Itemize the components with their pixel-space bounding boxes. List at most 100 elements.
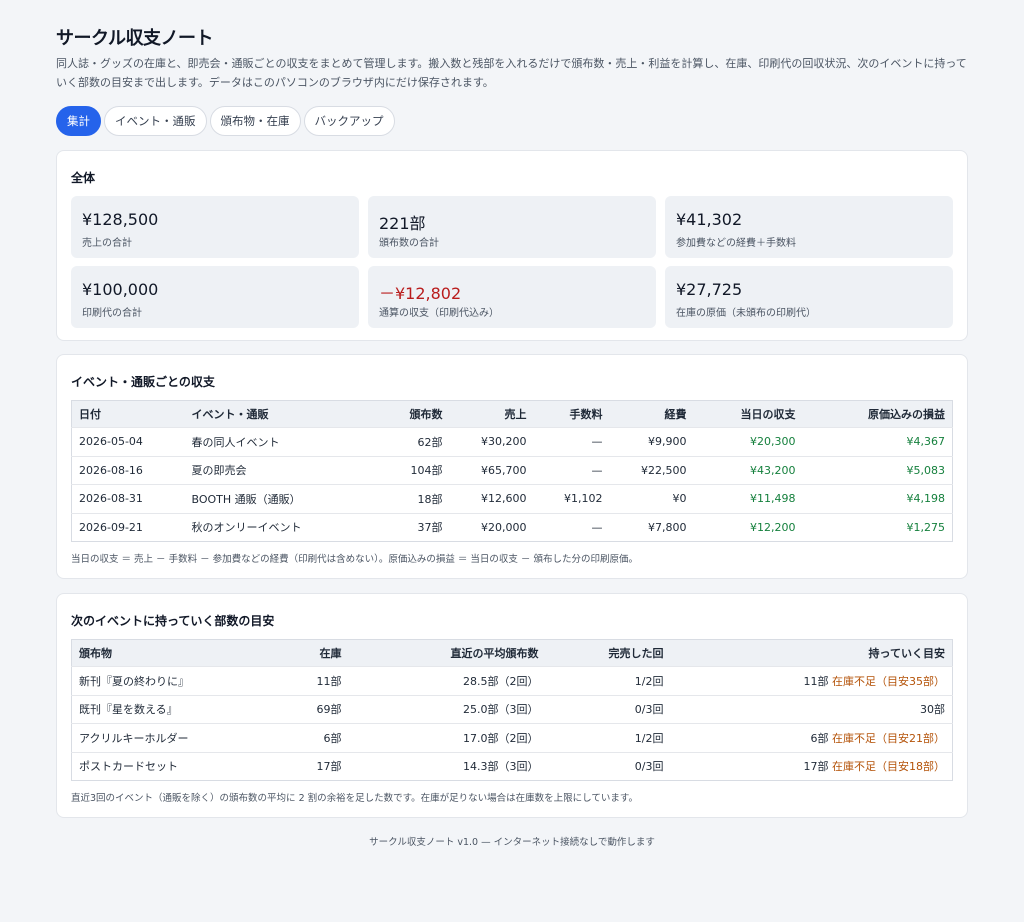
plan-card: 次のイベントに持っていく部数の目安 頒布物 在庫 直近の平均頒布数 完売した回 … <box>56 593 968 818</box>
cell-day-balance: ¥43,200 <box>693 455 803 485</box>
stat-cumulative-balance: －¥12,802 通算の収支（印刷代込み） <box>368 266 656 328</box>
cell-sales: ¥65,700 <box>449 455 534 485</box>
plan-table: 頒布物 在庫 直近の平均頒布数 完売した回 持っていく目安 新刊『夏の終わりに』… <box>71 639 953 781</box>
col-copies: 頒布数 <box>384 400 450 428</box>
stat-value: ¥27,725 <box>676 280 743 299</box>
stat-copies-total: 221部 頒布数の合計 <box>368 196 656 258</box>
cell-event: BOOTH 通販（通販） <box>184 484 385 513</box>
col-item: 頒布物 <box>71 639 272 667</box>
events-note: 当日の収支 ＝ 売上 － 手数料 － 参加費などの経費（印刷代は含めない）。原価… <box>71 554 638 565</box>
cell-event: 秋のオンリーイベント <box>184 512 385 542</box>
cell-day-balance: ¥11,498 <box>693 484 803 513</box>
table-row: 2026-05-04 春の同人イベント 62部 ¥30,200 — ¥9,900… <box>71 427 953 456</box>
stock-warning: 在庫不足（目安21部） <box>832 731 945 745</box>
page-title: サークル収支ノート <box>56 28 213 49</box>
cell-average: 17.0部（2回） <box>348 723 546 752</box>
cell-stock: 17部 <box>271 751 349 781</box>
cell-copies: 104部 <box>384 455 450 485</box>
cell-soldout: 1/2回 <box>545 666 671 695</box>
table-row: 既刊『星を数える』 69部 25.0部（3回） 0/3回 30部 <box>71 694 953 724</box>
cell-stock: 6部 <box>271 723 349 752</box>
table-row: 2026-08-16 夏の即売会 104部 ¥65,700 — ¥22,500 … <box>71 455 953 485</box>
cell-item: 既刊『星を数える』 <box>71 694 272 724</box>
cell-expenses: ¥7,800 <box>609 512 694 542</box>
cell-date: 2026-09-21 <box>71 512 185 542</box>
cell-soldout: 1/2回 <box>545 723 671 752</box>
target-count: 30部 <box>920 703 945 717</box>
cell-copies: 37部 <box>384 512 450 542</box>
plan-title: 次のイベントに持っていく部数の目安 <box>71 614 275 628</box>
stat-value: ¥128,500 <box>82 210 159 229</box>
cell-fee: ¥1,102 <box>533 484 610 513</box>
stat-expenses-total: ¥41,302 参加費などの経費＋手数料 <box>665 196 953 258</box>
cell-event: 夏の即売会 <box>184 455 385 485</box>
stat-stock-cost: ¥27,725 在庫の原価（未頒布の印刷代） <box>665 266 953 328</box>
tab-events[interactable]: イベント・通販 <box>104 106 207 136</box>
stock-warning: 在庫不足（目安18部） <box>832 760 945 774</box>
cell-copies: 62部 <box>384 427 450 456</box>
cell-average: 25.0部（3回） <box>348 694 546 724</box>
table-header-row: 頒布物 在庫 直近の平均頒布数 完売した回 持っていく目安 <box>71 639 953 667</box>
tab-items-stock[interactable]: 頒布物・在庫 <box>209 106 301 136</box>
col-fee: 手数料 <box>533 400 610 428</box>
table-row: アクリルキーホルダー 6部 17.0部（2回） 1/2回 6部 在庫不足（目安2… <box>71 723 953 752</box>
cell-date: 2026-05-04 <box>71 427 185 456</box>
col-target: 持っていく目安 <box>670 639 953 667</box>
page-description: 同人誌・グッズの在庫と、即売会・通販ごとの収支をまとめて管理します。搬入数と残部… <box>56 57 967 89</box>
col-average: 直近の平均頒布数 <box>348 639 546 667</box>
cell-date: 2026-08-31 <box>71 484 185 513</box>
cell-fee: — <box>533 455 610 485</box>
cell-day-balance: ¥20,300 <box>693 427 803 456</box>
col-expenses: 経費 <box>609 400 694 428</box>
cell-item: アクリルキーホルダー <box>71 723 272 752</box>
col-date: 日付 <box>71 400 185 428</box>
table-row: 2026-09-21 秋のオンリーイベント 37部 ¥20,000 — ¥7,8… <box>71 512 953 542</box>
summary-card: 全体 ¥128,500 売上の合計 221部 頒布数の合計 ¥41,302 参加… <box>56 150 968 341</box>
cell-target: 30部 <box>670 694 953 724</box>
target-count: 17部 <box>803 760 829 774</box>
stat-value: ¥41,302 <box>676 210 743 229</box>
stat-printing-total: ¥100,000 印刷代の合計 <box>71 266 359 328</box>
cell-fee: — <box>533 427 610 456</box>
cell-soldout: 0/3回 <box>545 751 671 781</box>
summary-title: 全体 <box>71 171 96 185</box>
cell-stock: 11部 <box>271 666 349 695</box>
tab-bar: 集計 イベント・通販 頒布物・在庫 バックアップ <box>56 106 395 136</box>
target-count: 6部 <box>810 731 829 745</box>
stat-label: 頒布数の合計 <box>379 238 439 249</box>
col-event: イベント・通販 <box>184 400 385 428</box>
stat-value: ¥100,000 <box>82 280 159 299</box>
cell-date: 2026-08-16 <box>71 455 185 485</box>
cell-net-profit: ¥5,083 <box>802 455 953 485</box>
cell-net-profit: ¥4,198 <box>802 484 953 513</box>
col-sales: 売上 <box>449 400 534 428</box>
stat-label: 通算の収支（印刷代込み） <box>379 308 499 319</box>
events-title: イベント・通販ごとの収支 <box>71 375 215 389</box>
cell-day-balance: ¥12,200 <box>693 512 803 542</box>
stat-label: 参加費などの経費＋手数料 <box>676 238 796 249</box>
stat-label: 売上の合計 <box>82 238 132 249</box>
cell-item: ポストカードセット <box>71 751 272 781</box>
tab-summary[interactable]: 集計 <box>56 106 101 136</box>
cell-target: 11部 在庫不足（目安35部） <box>670 666 953 695</box>
target-count: 11部 <box>803 674 829 688</box>
table-row: 2026-08-31 BOOTH 通販（通販） 18部 ¥12,600 ¥1,1… <box>71 484 953 513</box>
table-header-row: 日付 イベント・通販 頒布数 売上 手数料 経費 当日の収支 原価込みの損益 <box>71 400 953 428</box>
cell-expenses: ¥0 <box>609 484 694 513</box>
col-stock: 在庫 <box>271 639 349 667</box>
tab-backup[interactable]: バックアップ <box>303 106 395 136</box>
col-soldout: 完売した回 <box>545 639 671 667</box>
cell-copies: 18部 <box>384 484 450 513</box>
stat-label: 在庫の原価（未頒布の印刷代） <box>676 308 816 319</box>
cell-sales: ¥12,600 <box>449 484 534 513</box>
plan-note: 直近3回のイベント（通販を除く）の頒布数の平均に 2 割の余裕を足した数です。在… <box>71 793 638 804</box>
events-table: 日付 イベント・通販 頒布数 売上 手数料 経費 当日の収支 原価込みの損益 2… <box>71 400 953 542</box>
col-day-balance: 当日の収支 <box>693 400 803 428</box>
stat-value: －¥12,802 <box>379 284 462 303</box>
stat-sales-total: ¥128,500 売上の合計 <box>71 196 359 258</box>
stock-warning: 在庫不足（目安35部） <box>832 674 945 688</box>
cell-soldout: 0/3回 <box>545 694 671 724</box>
cell-net-profit: ¥1,275 <box>802 512 953 542</box>
cell-stock: 69部 <box>271 694 349 724</box>
table-row: 新刊『夏の終わりに』 11部 28.5部（2回） 1/2回 11部 在庫不足（目… <box>71 666 953 695</box>
